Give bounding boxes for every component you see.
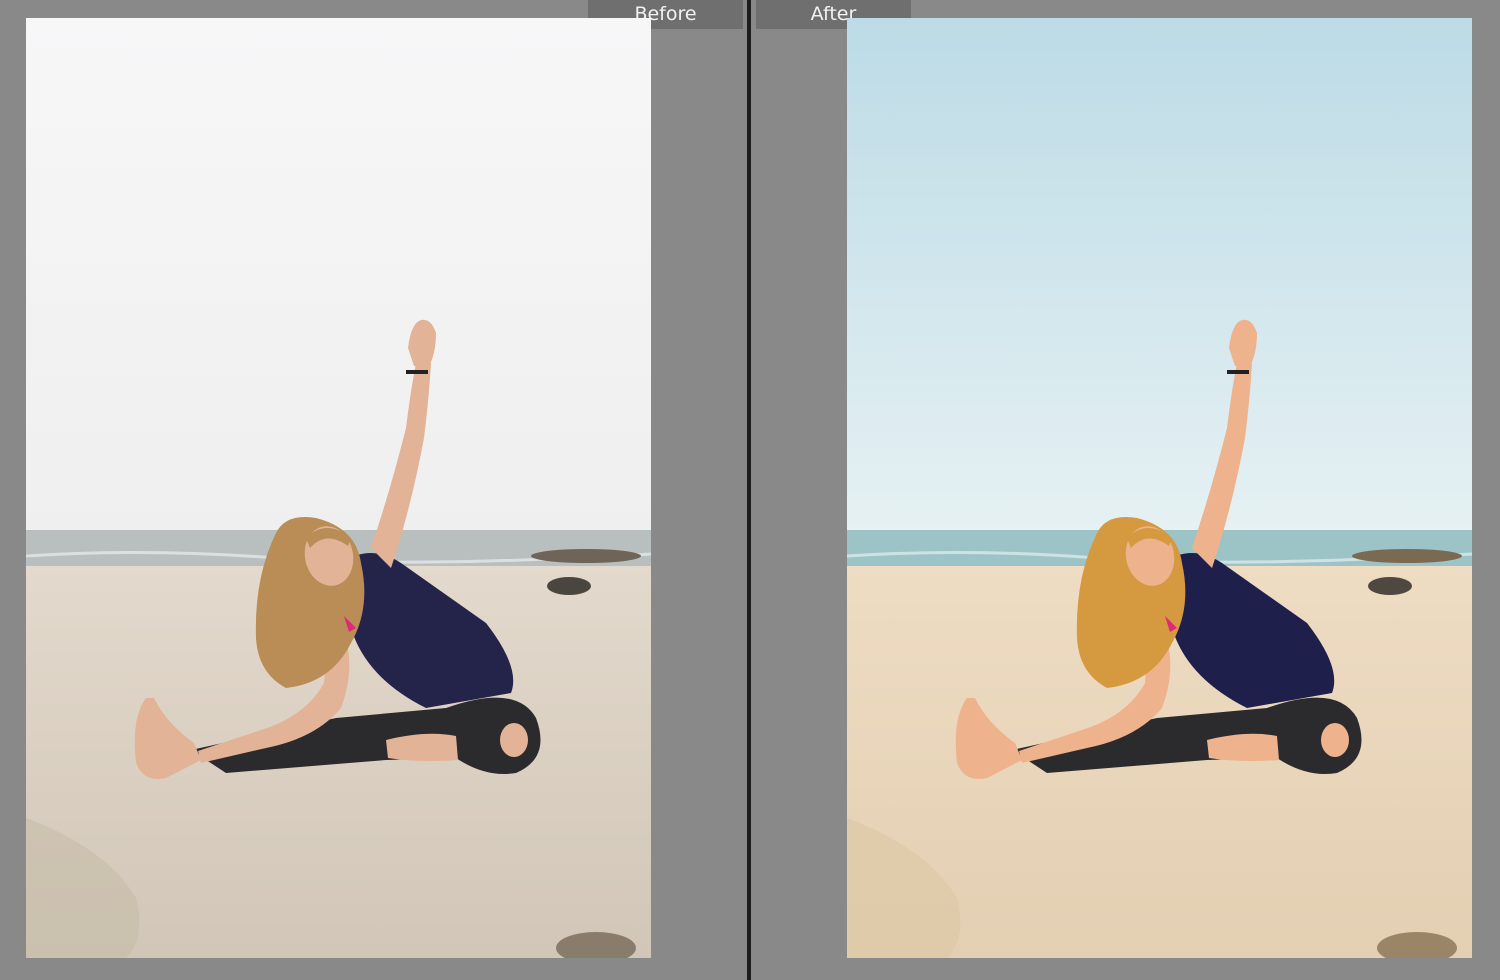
before-after-compare-view: Before After	[0, 0, 1500, 980]
sky	[847, 18, 1472, 533]
before-pane: Before	[0, 0, 747, 980]
rock	[1368, 577, 1412, 595]
before-photo-image	[26, 18, 651, 958]
before-photo	[26, 18, 651, 958]
after-photo-image	[847, 18, 1472, 958]
sky	[26, 18, 651, 533]
rocks	[531, 549, 641, 563]
rocks	[1352, 549, 1462, 563]
rock	[547, 577, 591, 595]
after-photo	[847, 18, 1472, 958]
after-pane: After	[751, 0, 1500, 980]
